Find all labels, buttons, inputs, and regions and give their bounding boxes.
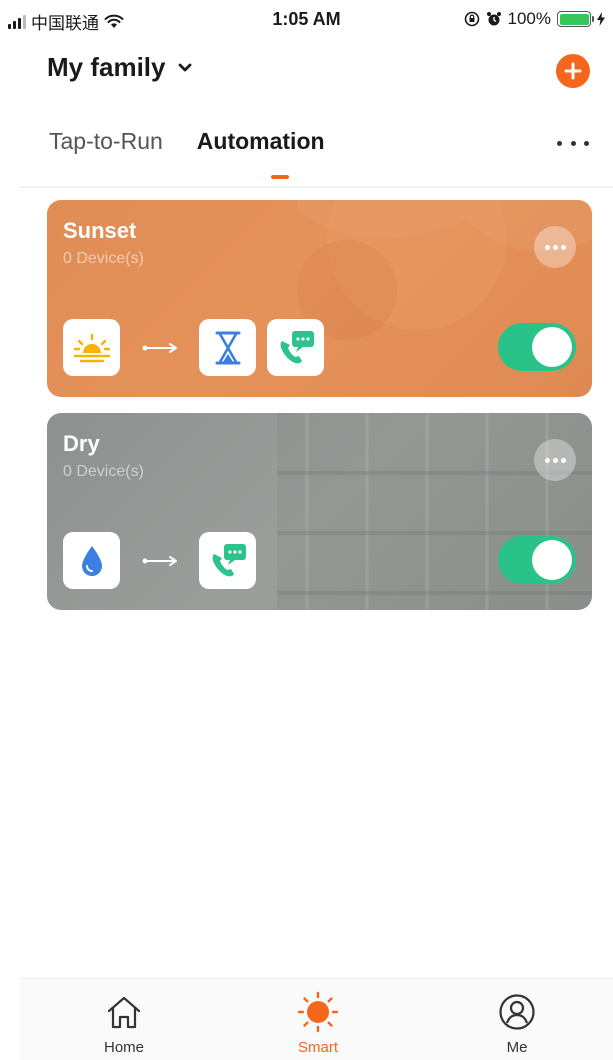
plus-icon [564, 62, 582, 80]
screen-edge [0, 0, 20, 1060]
automation-name: Dry [63, 431, 100, 456]
add-button[interactable] [556, 54, 590, 88]
action-icon-box [267, 319, 324, 376]
dot [570, 140, 576, 146]
nav-icon-wrap [496, 991, 538, 1033]
dot [552, 457, 558, 463]
header-divider [20, 186, 613, 188]
tab-bar: Tap-to-Run Automation [49, 128, 325, 155]
automation-toggle[interactable] [498, 323, 576, 371]
status-right: 100% [464, 9, 605, 29]
water-drop-icon [81, 545, 102, 576]
nav-label: Smart [297, 1039, 338, 1056]
charging-icon [597, 12, 605, 26]
dot [560, 244, 566, 250]
more-options-button[interactable] [557, 133, 589, 153]
chevron-down-icon [178, 63, 191, 71]
dot [557, 140, 562, 146]
nav-me[interactable]: Me [457, 979, 577, 1060]
nav-home[interactable]: Home [64, 979, 184, 1060]
page-title: My family [47, 52, 166, 82]
nav-icon-wrap [297, 991, 339, 1033]
toggle-knob [532, 540, 572, 580]
active-tab-indicator [271, 175, 289, 179]
wifi-icon [104, 14, 124, 28]
tab-tap-to-run[interactable]: Tap-to-Run [49, 128, 163, 155]
nav-label: Home [103, 1039, 144, 1056]
nav-label: Me [506, 1039, 528, 1056]
condition-icon-box [63, 532, 120, 589]
sunset-icon [73, 333, 110, 362]
automation-card-sunset[interactable]: Sunset 0 Device(s) [47, 200, 592, 397]
dot [544, 457, 550, 463]
signal-icon [8, 14, 26, 29]
automation-more-button[interactable] [534, 226, 576, 268]
status-left: 中国联通 [8, 9, 124, 34]
phone-message-icon [212, 543, 246, 576]
action-icon-box [199, 319, 256, 376]
bottom-nav: Home Smart Me [20, 978, 613, 1060]
automation-card-dry[interactable]: Dry 0 Device(s) [47, 413, 592, 610]
user-icon [499, 994, 535, 1030]
timer-icon [215, 331, 240, 364]
action-icon-box [199, 532, 256, 589]
nav-smart[interactable]: Smart [258, 979, 378, 1060]
automation-device-count: 0 Device(s) [63, 250, 144, 267]
dot [544, 244, 550, 250]
carrier-name: 中国联通 [31, 14, 99, 33]
battery-percent: 100% [507, 9, 551, 28]
alarm-icon [486, 12, 501, 26]
tab-automation[interactable]: Automation [197, 128, 325, 155]
automation-name: Sunset [63, 218, 137, 243]
battery-icon [557, 11, 594, 27]
automation-toggle[interactable] [498, 536, 576, 584]
automation-more-button[interactable] [534, 439, 576, 481]
dot [584, 140, 589, 146]
arrow-right-icon [142, 556, 177, 566]
dot [552, 244, 558, 250]
automation-device-count: 0 Device(s) [63, 463, 144, 480]
sun-icon [297, 991, 339, 1033]
toggle-knob [532, 327, 572, 367]
orientation-lock-icon [464, 11, 479, 27]
condition-icon-box [63, 319, 120, 376]
dot [560, 457, 566, 463]
family-selector[interactable]: My family [47, 52, 194, 83]
phone-message-icon [280, 330, 314, 363]
status-bar: 中国联通 1:05 AM 100% [0, 0, 613, 40]
home-icon [107, 996, 141, 1029]
nav-icon-wrap [103, 991, 145, 1033]
arrow-right-icon [142, 343, 177, 353]
